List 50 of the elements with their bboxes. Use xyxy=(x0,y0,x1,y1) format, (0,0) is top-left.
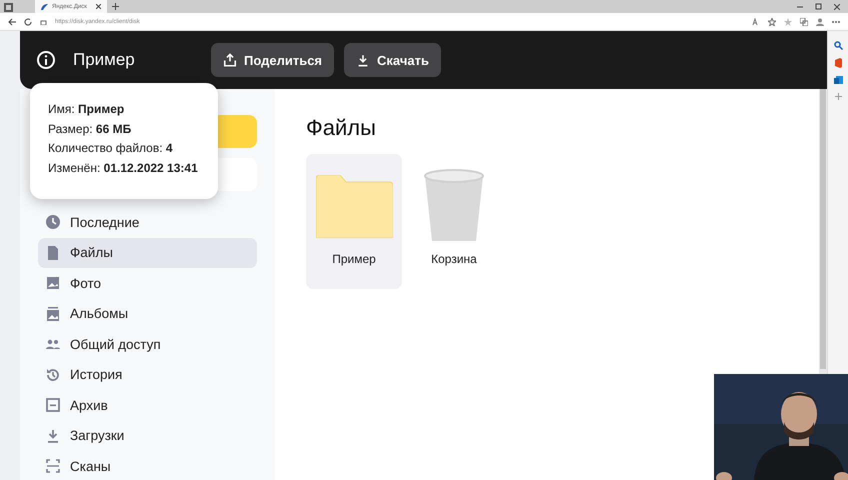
page-title: Файлы xyxy=(306,115,377,141)
download-button[interactable]: Скачать xyxy=(344,43,441,77)
reload-icon[interactable] xyxy=(24,18,32,26)
sidebar-item[interactable]: Последние xyxy=(38,207,257,237)
folder-item[interactable]: Пример xyxy=(306,154,402,289)
close-icon[interactable] xyxy=(834,4,840,10)
sidebar-item[interactable]: Архив xyxy=(38,390,257,420)
scrollbar-thumb[interactable] xyxy=(820,89,826,369)
close-tab-icon[interactable] xyxy=(96,4,101,9)
sidebar-item[interactable]: Файлы xyxy=(38,238,257,268)
read-aloud-icon[interactable] xyxy=(752,18,760,26)
info-line: Размер: 66 МБ xyxy=(48,122,132,136)
outlook-icon[interactable] xyxy=(834,76,842,85)
sidebar-item[interactable]: История xyxy=(38,360,257,390)
scan-icon xyxy=(45,458,61,474)
folder-title: Пример xyxy=(73,50,136,70)
sidebar-item[interactable]: Сканы xyxy=(38,451,257,480)
sidebar-item[interactable]: Общий доступ xyxy=(38,329,257,359)
sidebar-item[interactable]: Альбомы xyxy=(38,298,257,328)
file-icon xyxy=(45,244,61,260)
collections-icon[interactable] xyxy=(800,18,808,26)
info-line: Имя: Пример xyxy=(48,102,126,116)
folder-icon xyxy=(316,174,392,238)
photo-icon xyxy=(45,275,61,291)
trash-item[interactable]: Корзина xyxy=(406,154,502,289)
info-icon[interactable] xyxy=(36,50,56,70)
back-icon[interactable] xyxy=(8,18,16,26)
album-icon xyxy=(45,306,61,322)
history-icon xyxy=(45,366,61,382)
sidebar-item[interactable]: Загрузки xyxy=(38,420,257,450)
tab-actions-icon[interactable] xyxy=(4,3,13,12)
share-button[interactable]: Поделиться xyxy=(211,43,334,77)
new-tab-icon[interactable] xyxy=(112,3,119,10)
trash-icon xyxy=(424,169,484,243)
info-line: Количество файлов: 4 xyxy=(48,141,174,155)
office-icon[interactable] xyxy=(834,58,842,68)
share-icon xyxy=(223,52,237,68)
clock-icon xyxy=(45,214,61,230)
sidebar-item[interactable]: Фото xyxy=(38,268,257,298)
download-icon xyxy=(356,52,370,68)
archive-icon xyxy=(45,397,61,413)
info-line: Изменён: 01.12.2022 13:41 xyxy=(48,160,199,174)
download-icon xyxy=(45,428,61,444)
minimize-icon[interactable] xyxy=(797,4,803,10)
add-icon[interactable] xyxy=(834,93,842,100)
restore-icon[interactable] xyxy=(815,3,822,10)
search-icon[interactable] xyxy=(834,41,842,50)
profile-icon[interactable] xyxy=(816,18,824,26)
disk-logo-icon xyxy=(41,4,48,10)
favorite-icon[interactable] xyxy=(768,18,776,26)
